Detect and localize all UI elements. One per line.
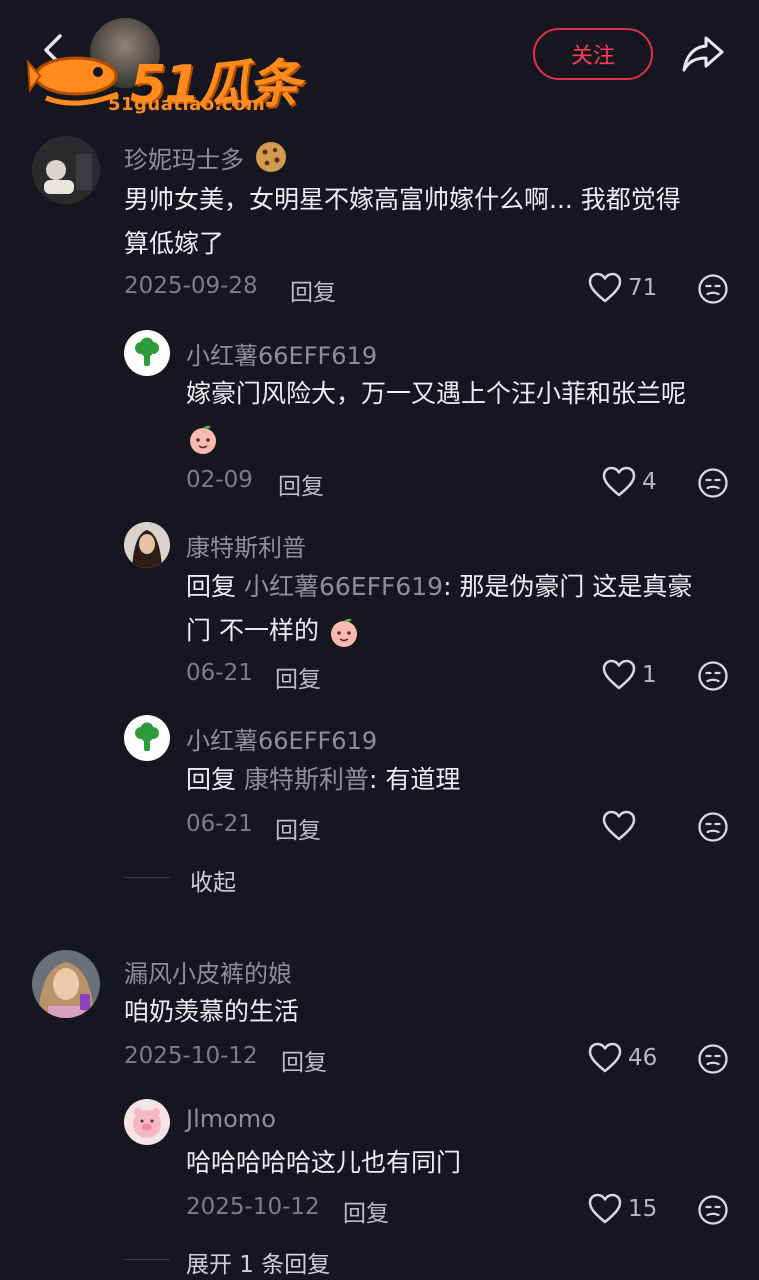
heart-outline-icon [602, 466, 636, 497]
reply-button[interactable]: 回复 [278, 467, 324, 501]
reply-prefix: 回复 [186, 765, 237, 794]
peach-emoji-icon [190, 425, 216, 454]
reply-text: 回复 小红薯66EFF619: 那是伪豪门 这是真豪 门 不一样的 [186, 565, 736, 653]
heart-outline-icon [588, 1193, 622, 1224]
share-arrow-icon [682, 36, 724, 72]
reply-avatar[interactable] [124, 330, 170, 376]
reply-avatar[interactable] [124, 1099, 170, 1145]
broccoli-avatar-icon [135, 722, 159, 751]
meh-face-icon [698, 812, 728, 842]
reply-username[interactable]: 小红薯66EFF619 [186, 336, 377, 371]
dislike-button[interactable] [697, 1194, 729, 1230]
commenter-avatar[interactable] [32, 136, 100, 204]
reply-avatar[interactable] [124, 715, 170, 761]
dislike-button[interactable] [697, 660, 729, 696]
pink-pig-avatar-icon [124, 1099, 170, 1145]
heart-outline-icon [602, 659, 636, 690]
like-button[interactable]: 71 [588, 272, 657, 304]
share-button[interactable] [680, 32, 726, 76]
reply-prefix: 回复 [186, 572, 237, 601]
cookie-emoji-icon [255, 142, 286, 172]
reply-button[interactable]: 回复 [290, 273, 336, 307]
reply-avatar[interactable] [124, 522, 170, 568]
like-count: 1 [642, 662, 657, 688]
reply-button[interactable]: 回复 [275, 660, 321, 694]
avatar-photo [32, 136, 100, 204]
comment-username[interactable]: 珍妮玛士多 [124, 140, 288, 175]
collapse-replies-button[interactable]: 收起 [190, 863, 236, 897]
comment-username[interactable]: 漏风小皮裤的娘 [124, 954, 292, 989]
expand-divider [124, 1259, 170, 1260]
meh-face-icon [698, 1195, 728, 1225]
dislike-button[interactable] [697, 811, 729, 847]
reply-username[interactable]: 康特斯利普 [186, 528, 306, 563]
dislike-button[interactable] [697, 1043, 729, 1079]
commenter-avatar[interactable] [32, 950, 100, 1018]
avatar-photo [32, 950, 100, 1018]
avatar-photo [124, 522, 170, 568]
comment-date: 2025-10-12 [124, 1043, 258, 1069]
like-count: 15 [628, 1196, 658, 1222]
comment-date: 2025-09-28 [124, 273, 258, 299]
like-count: 4 [642, 469, 657, 495]
reply-date: 2025-10-12 [186, 1194, 320, 1220]
reply-date: 06-21 [186, 660, 253, 686]
watermark-logo-url: 51guatiao.com [108, 94, 266, 115]
reply-button[interactable]: 回复 [343, 1194, 389, 1228]
collapse-divider [124, 877, 170, 878]
reply-target-user[interactable]: 小红薯66EFF619 [244, 572, 443, 601]
reply-text: 哈哈哈哈哈这儿也有同门 [186, 1148, 462, 1177]
like-count: 46 [628, 1045, 658, 1071]
reply-target-user[interactable]: 康特斯利普 [244, 765, 369, 794]
expand-replies-button[interactable]: 展开 1 条回复 [186, 1245, 330, 1279]
reply-button[interactable]: 回复 [281, 1043, 327, 1077]
follow-button[interactable]: 关注 [533, 28, 653, 80]
meh-face-icon [698, 274, 728, 304]
reply-username[interactable]: 小红薯66EFF619 [186, 721, 377, 756]
like-button[interactable]: 46 [588, 1042, 657, 1074]
dislike-button[interactable] [697, 467, 729, 503]
broccoli-avatar-icon [135, 337, 159, 366]
reply-date: 06-21 [186, 811, 253, 837]
like-button[interactable] [602, 810, 642, 842]
meh-face-icon [698, 661, 728, 691]
heart-outline-icon [588, 272, 622, 303]
like-count: 71 [628, 275, 658, 301]
username-text: 珍妮玛士多 [124, 146, 244, 174]
meh-face-icon [698, 468, 728, 498]
heart-outline-icon [588, 1042, 622, 1073]
peach-emoji-icon [330, 618, 357, 647]
reply-text: 回复 康特斯利普: 有道理 [186, 765, 461, 794]
reply-button[interactable]: 回复 [275, 811, 321, 845]
meh-face-icon [698, 1044, 728, 1074]
comment-text: 男帅女美，女明星不嫁高富帅嫁什么啊... 我都觉得 算低嫁了 [124, 185, 681, 258]
dislike-button[interactable] [697, 273, 729, 309]
like-button[interactable]: 1 [602, 659, 657, 691]
reply-date: 02-09 [186, 467, 253, 493]
heart-outline-icon [602, 810, 636, 841]
reply-username[interactable]: Jlmomo [186, 1105, 276, 1133]
reply-text: 嫁豪门风险大，万一又遇上个汪小菲和张兰呢 [186, 372, 736, 460]
like-button[interactable]: 4 [602, 466, 657, 498]
comment-text: 咱奶羡慕的生活 [124, 997, 300, 1026]
like-button[interactable]: 15 [588, 1193, 657, 1225]
